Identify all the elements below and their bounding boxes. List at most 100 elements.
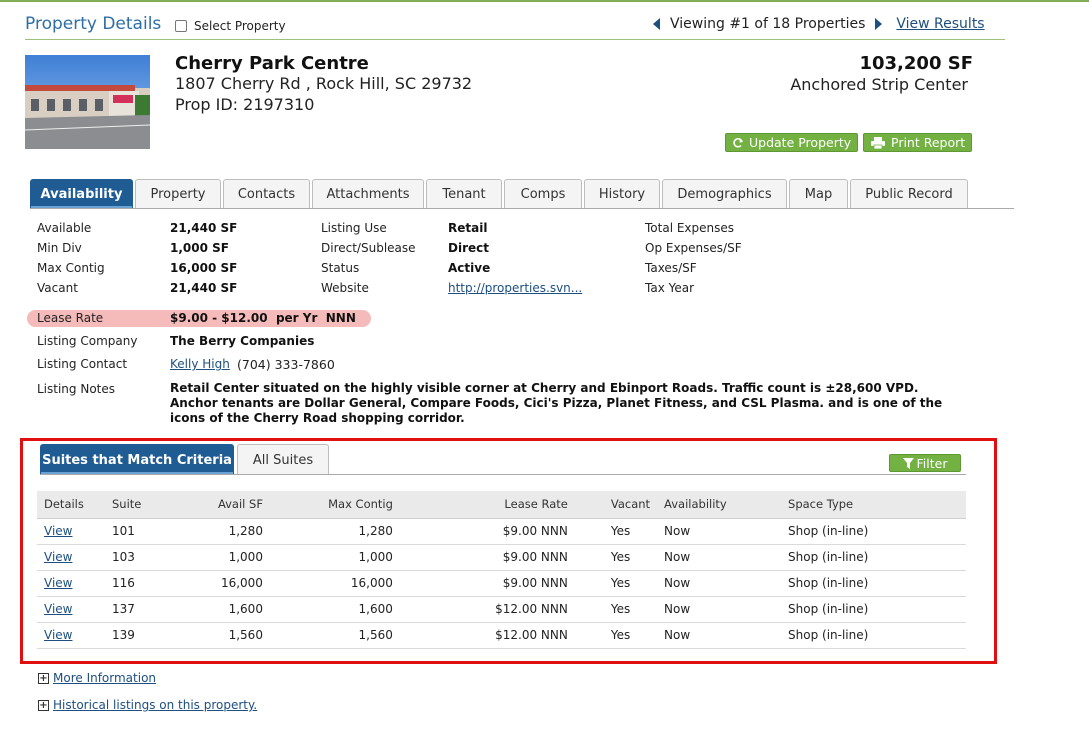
historical-listings-link[interactable]: Historical listings on this property.	[53, 698, 257, 712]
listing-company-value: The Berry Companies	[170, 334, 315, 348]
op-expenses-label: Op Expenses/SF	[645, 241, 742, 255]
printer-icon	[871, 136, 885, 149]
direct-sublease-value: Direct	[448, 241, 489, 255]
col-availability[interactable]: Availability	[657, 491, 782, 519]
property-navigator: Viewing #1 of 18 Properties View Results	[653, 16, 985, 32]
property-photo	[25, 55, 150, 149]
col-lease-rate[interactable]: Lease Rate	[399, 491, 575, 519]
max-contig-cell: 1,600	[269, 596, 400, 623]
vacant-cell: Yes	[574, 544, 658, 571]
taxes-label: Taxes/SF	[645, 261, 697, 275]
listing-notes-label: Listing Notes	[37, 382, 116, 396]
plus-box-icon[interactable]: +	[38, 699, 49, 711]
lease-rate-cell: $9.00 NNN	[399, 544, 575, 571]
tabs-divider	[30, 208, 1014, 209]
view-link[interactable]: View	[44, 524, 72, 538]
availability-cell: Now	[657, 518, 782, 545]
property-id: Prop ID: 2197310	[175, 95, 315, 114]
space-type-cell: Shop (in-line)	[781, 622, 966, 649]
max-contig-cell: 1,000	[269, 544, 400, 571]
tab-all-suites[interactable]: All Suites	[237, 444, 329, 475]
funnel-icon	[902, 457, 914, 469]
col-vacant[interactable]: Vacant	[574, 491, 658, 519]
view-link[interactable]: View	[44, 576, 72, 590]
view-link[interactable]: View	[44, 602, 72, 616]
vacant-cell: Yes	[574, 570, 658, 597]
col-details[interactable]: Details	[37, 491, 105, 519]
lease-rate-cell: $9.00 NNN	[399, 570, 575, 597]
vacant-value: 21,440 SF	[170, 281, 238, 295]
checkbox-box[interactable]	[175, 20, 187, 32]
table-row: View 137 1,600 1,600 $12.00 NNN Yes Now …	[37, 596, 966, 623]
col-suite[interactable]: Suite	[104, 491, 183, 519]
refresh-icon	[733, 137, 743, 148]
tab-tenant[interactable]: Tenant	[426, 179, 502, 209]
suites-header-row: Details Suite Avail SF Max Contig Lease …	[37, 491, 966, 519]
table-row: View 116 16,000 16,000 $9.00 NNN Yes Now…	[37, 570, 966, 597]
availability-cell: Now	[657, 596, 782, 623]
total-expenses-label: Total Expenses	[645, 221, 735, 235]
lease-rate-label: Lease Rate	[37, 311, 104, 325]
table-row: View 101 1,280 1,280 $9.00 NNN Yes Now S…	[37, 518, 966, 545]
tab-property[interactable]: Property	[135, 179, 221, 209]
property-address: 1807 Cherry Rd , Rock Hill, SC 29732	[175, 74, 473, 93]
listing-contact-phone: (704) 333-7860	[237, 357, 335, 372]
avail-sf-cell: 16,000	[182, 570, 270, 597]
avail-sf-cell: 1,280	[182, 518, 270, 545]
tab-demographics[interactable]: Demographics	[662, 179, 787, 209]
vacant-label: Vacant	[37, 281, 78, 295]
col-space-type[interactable]: Space Type	[781, 491, 966, 519]
availability-cell: Now	[657, 570, 782, 597]
select-property-checkbox[interactable]: Select Property	[175, 19, 286, 33]
website-link[interactable]: http://properties.svn...	[448, 281, 582, 295]
available-label: Available	[37, 221, 92, 235]
tab-availability[interactable]: Availability	[30, 179, 133, 209]
table-row: View 139 1,560 1,560 $12.00 NNN Yes Now …	[37, 622, 966, 649]
more-information-link[interactable]: More Information	[53, 671, 156, 685]
listing-notes: Retail Center situated on the highly vis…	[170, 381, 943, 425]
view-link[interactable]: View	[44, 628, 72, 642]
property-type: Anchored Strip Center	[790, 75, 968, 94]
print-report-button[interactable]: Print Report	[863, 133, 973, 152]
lease-rate-value: $9.00 - $12.00 per Yr NNN	[170, 311, 356, 325]
tab-history[interactable]: History	[584, 179, 660, 209]
status-label: Status	[321, 261, 360, 275]
tab-comps[interactable]: Comps	[504, 179, 582, 209]
historical-listings-toggle[interactable]: + Historical listings on this property.	[38, 698, 257, 712]
avail-sf-cell: 1,000	[182, 544, 270, 571]
tab-map[interactable]: Map	[789, 179, 848, 209]
lease-rate-cell: $12.00 NNN	[399, 596, 575, 623]
triangle-right-icon[interactable]	[875, 18, 883, 30]
page-title: Property Details	[25, 14, 162, 34]
avail-sf-cell: 1,600	[182, 596, 270, 623]
suite-cell: 139	[104, 622, 183, 649]
suite-cell: 116	[104, 570, 183, 597]
view-link[interactable]: View	[44, 550, 72, 564]
max-contig-cell: 16,000	[269, 570, 400, 597]
col-avail-sf[interactable]: Avail SF	[182, 491, 270, 519]
listing-contact-link[interactable]: Kelly High	[170, 357, 230, 371]
tab-suites-match[interactable]: Suites that Match Criteria	[40, 444, 234, 475]
details-header: Property Details Select Property Viewing…	[25, 14, 1005, 40]
lease-rate-cell: $12.00 NNN	[399, 622, 575, 649]
more-information-toggle[interactable]: + More Information	[38, 671, 156, 685]
listing-use-label: Listing Use	[321, 221, 387, 235]
suites-tabs: Suites that Match Criteria All Suites	[40, 444, 332, 475]
suite-cell: 103	[104, 544, 183, 571]
tab-public-record[interactable]: Public Record	[850, 179, 968, 209]
triangle-left-icon[interactable]	[653, 18, 660, 30]
suites-table: Details Suite Avail SF Max Contig Lease …	[37, 491, 966, 649]
select-property-label: Select Property	[194, 19, 286, 33]
plus-box-icon[interactable]: +	[38, 672, 49, 684]
update-property-button[interactable]: Update Property	[725, 133, 859, 152]
status-value: Active	[448, 261, 491, 275]
tab-attachments[interactable]: Attachments	[312, 179, 424, 209]
available-value: 21,440 SF	[170, 221, 238, 235]
tab-contacts[interactable]: Contacts	[223, 179, 310, 209]
availability-cell: Now	[657, 622, 782, 649]
filter-label: Filter	[916, 455, 948, 471]
col-max-contig[interactable]: Max Contig	[269, 491, 400, 519]
filter-button[interactable]: Filter	[889, 454, 961, 472]
view-results-link[interactable]: View Results	[896, 16, 984, 32]
max-contig-cell: 1,560	[269, 622, 400, 649]
